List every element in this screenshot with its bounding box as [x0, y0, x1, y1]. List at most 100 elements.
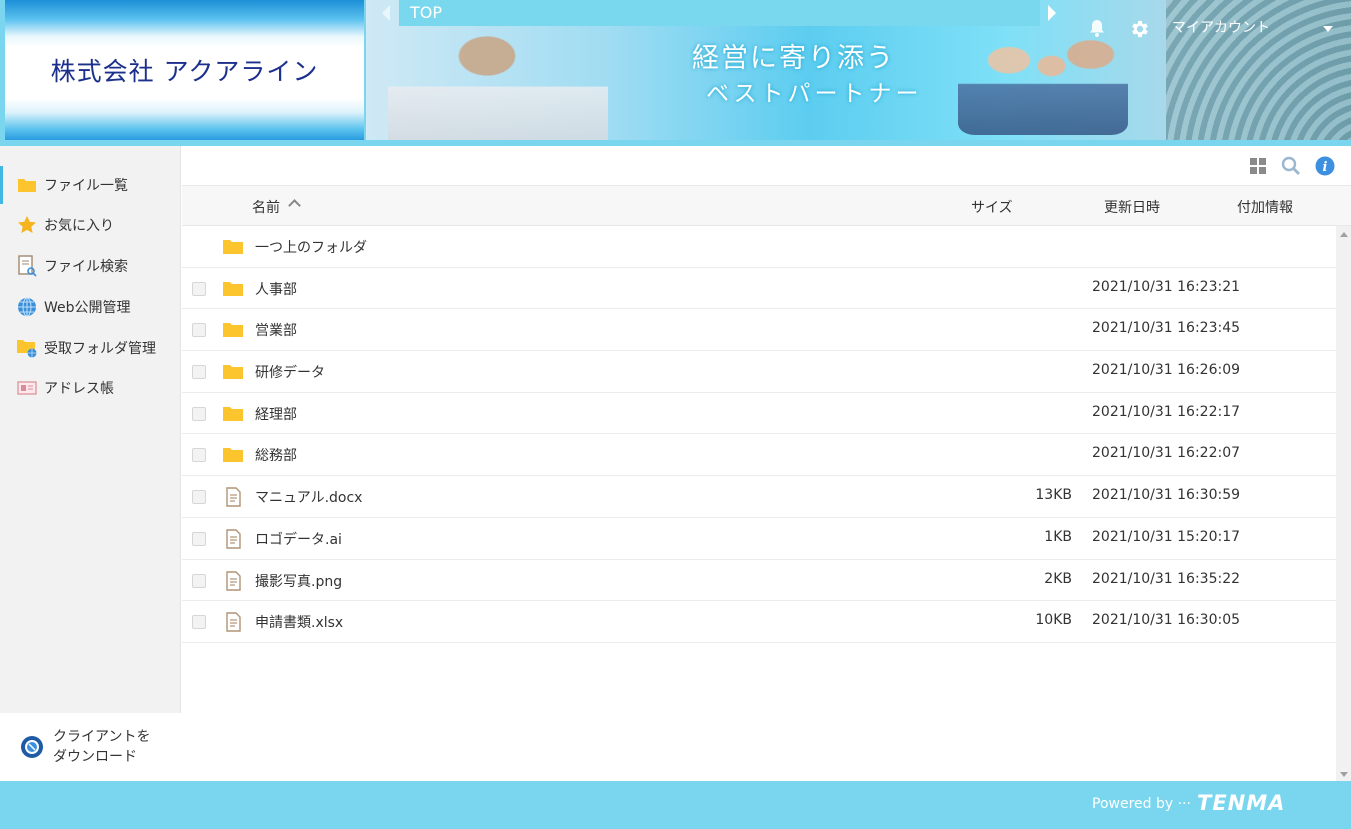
parent-folder-label: 一つ上のフォルダ: [255, 240, 367, 256]
search-icon[interactable]: [1281, 156, 1301, 176]
toolbar: i: [182, 146, 1351, 186]
row-updated: 2021/10/31 16:23:45: [1092, 320, 1241, 337]
grid-view-icon[interactable]: [1248, 156, 1268, 176]
row-updated: 2021/10/31 16:22:17: [1092, 403, 1241, 420]
vertical-scrollbar[interactable]: [1336, 226, 1351, 781]
row-name[interactable]: 経理部: [255, 404, 297, 424]
breadcrumb-right-arrow-icon[interactable]: [1048, 5, 1056, 21]
sidebar-item-label: ファイル一覧: [44, 178, 128, 194]
folder-icon: [223, 365, 243, 380]
sidebar-item-web-publish[interactable]: Web公開管理: [0, 288, 181, 326]
folder-icon: [16, 174, 38, 196]
row-name[interactable]: 営業部: [255, 320, 297, 340]
row-name[interactable]: マニュアル.docx: [255, 487, 362, 507]
download-label-line1: クライアントを: [53, 729, 151, 745]
row-name[interactable]: 人事部: [255, 279, 297, 299]
sidebar-item-favorites[interactable]: お気に入り: [0, 206, 181, 244]
folder-row[interactable]: 営業部 2021/10/31 16:23:45: [182, 309, 1336, 352]
info-icon[interactable]: i: [1315, 156, 1335, 176]
download-client-button[interactable]: クライアントを ダウンロード: [0, 713, 181, 781]
sidebar-item-label: ファイル検索: [44, 259, 128, 275]
row-name[interactable]: 研修データ: [255, 362, 325, 382]
row-name[interactable]: 総務部: [255, 445, 297, 465]
powered-by-text: Powered by ···: [1092, 796, 1191, 812]
row-checkbox[interactable]: [192, 323, 206, 338]
document-icon: [226, 487, 241, 507]
folder-icon: [223, 406, 243, 421]
file-row[interactable]: ロゴデータ.ai 1KB 2021/10/31 15:20:17: [182, 518, 1336, 560]
row-updated: 2021/10/31 16:35:22: [1092, 570, 1241, 587]
row-updated: 2021/10/31 16:30:05: [1092, 612, 1241, 629]
sidebar-item-file-search[interactable]: ファイル検索: [0, 247, 181, 285]
scroll-down-arrow-icon[interactable]: [1340, 772, 1348, 777]
sidebar-item-label: 受取フォルダ管理: [44, 341, 156, 357]
receive-folder-icon: [16, 337, 38, 359]
document-icon: [226, 529, 241, 549]
folder-icon: [223, 281, 243, 296]
breadcrumb-left-arrow-icon[interactable]: [382, 5, 390, 21]
row-size: 2KB: [1044, 570, 1072, 587]
breadcrumb-top[interactable]: TOP: [399, 0, 1040, 26]
row-updated: 2021/10/31 16:23:21: [1092, 278, 1241, 295]
row-checkbox[interactable]: [192, 281, 206, 296]
footer: Powered by ··· TENMA: [0, 781, 1351, 829]
row-size: 10KB: [1035, 612, 1072, 629]
sort-ascending-icon[interactable]: [288, 199, 301, 212]
my-account-menu[interactable]: マイアカウント: [1172, 17, 1270, 37]
row-checkbox[interactable]: [192, 615, 206, 630]
row-checkbox[interactable]: [192, 365, 206, 380]
folder-row[interactable]: 経理部 2021/10/31 16:22:17: [182, 393, 1336, 435]
row-name[interactable]: 撮影写真.png: [255, 571, 342, 591]
banner-slogan-line1: 経営に寄り添う: [692, 43, 895, 74]
document-icon: [226, 570, 241, 591]
row-name[interactable]: ロゴデータ.ai: [255, 529, 342, 549]
folder-row[interactable]: 研修データ 2021/10/31 16:26:09: [182, 351, 1336, 393]
address-card-icon: [16, 377, 38, 399]
star-icon: [16, 214, 38, 236]
company-logo[interactable]: 株式会社 アクアライン: [5, 0, 364, 140]
row-updated: 2021/10/31 16:30:59: [1092, 487, 1241, 504]
notification-bell-icon[interactable]: [1087, 18, 1107, 38]
folder-row[interactable]: 人事部 2021/10/31 16:23:21: [182, 268, 1336, 310]
parent-folder-row[interactable]: 一つ上のフォルダ: [182, 226, 1336, 268]
sidebar: ファイル一覧 お気に入り ファイル検索 Web公開管理 受取フォルダ管理 アドレ…: [0, 146, 181, 781]
globe-icon: [16, 296, 38, 318]
sidebar-item-label: お気に入り: [44, 218, 114, 234]
row-checkbox[interactable]: [192, 406, 206, 421]
sidebar-item-label: アドレス帳: [44, 381, 114, 397]
column-header-updated[interactable]: 更新日時: [1104, 197, 1160, 217]
tenma-brand-logo: TENMA: [1197, 791, 1286, 815]
scroll-up-arrow-icon[interactable]: [1340, 232, 1348, 237]
svg-text:i: i: [1323, 160, 1328, 175]
table-header: 名前 サイズ 更新日時 付加情報: [182, 186, 1351, 226]
folder-icon: [223, 448, 243, 463]
row-checkbox[interactable]: [192, 531, 206, 546]
row-checkbox[interactable]: [192, 573, 206, 588]
file-row[interactable]: 撮影写真.png 2KB 2021/10/31 16:35:22: [182, 560, 1336, 602]
row-updated: 2021/10/31 15:20:17: [1092, 528, 1241, 545]
file-list-panel: i 名前 サイズ 更新日時 付加情報 一つ上のフォルダ 人事部 2021/10/3…: [182, 146, 1351, 781]
settings-gear-icon[interactable]: [1129, 18, 1151, 40]
column-header-size[interactable]: サイズ: [971, 197, 1013, 217]
account-chevron-down-icon[interactable]: [1323, 26, 1333, 32]
file-table-body: 一つ上のフォルダ 人事部 2021/10/31 16:23:21 営業部 2021/1…: [182, 226, 1336, 643]
sidebar-item-receive-folder[interactable]: 受取フォルダ管理: [0, 329, 181, 367]
column-header-extra[interactable]: 付加情報: [1237, 197, 1293, 217]
file-row[interactable]: 申請書類.xlsx 10KB 2021/10/31 16:30:05: [182, 601, 1336, 643]
sidebar-item-label: Web公開管理: [44, 300, 131, 316]
column-header-name[interactable]: 名前: [252, 197, 280, 217]
sidebar-item-file-list[interactable]: ファイル一覧: [0, 166, 181, 204]
row-checkbox[interactable]: [192, 448, 206, 463]
row-checkbox[interactable]: [192, 490, 206, 505]
row-size: 1KB: [1044, 528, 1072, 545]
sidebar-item-address-book[interactable]: アドレス帳: [0, 369, 181, 407]
folder-icon: [223, 323, 243, 338]
banner-businessman-image: [388, 20, 608, 140]
file-row[interactable]: マニュアル.docx 13KB 2021/10/31 16:30:59: [182, 476, 1336, 518]
row-name[interactable]: 申請書類.xlsx: [255, 612, 343, 632]
banner-slogan-line2: ベストパートナー: [706, 81, 923, 107]
folder-row[interactable]: 総務部 2021/10/31 16:22:07: [182, 434, 1336, 477]
folder-icon: [223, 240, 243, 254]
header: 株式会社 アクアライン 経営に寄り添う ベストパートナー TOP マイアカウント: [0, 0, 1351, 146]
document-icon: [226, 612, 241, 632]
